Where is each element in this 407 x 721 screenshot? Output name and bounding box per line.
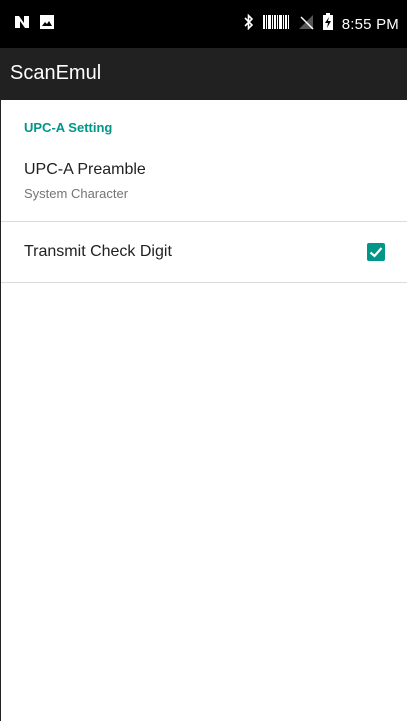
preference-title: UPC-A Preamble (24, 161, 146, 178)
category-header: UPC-A Setting (24, 120, 113, 135)
divider (1, 282, 407, 283)
upc-a-preamble-preference[interactable]: UPC-A Preamble System Character (1, 150, 407, 220)
bluetooth-icon (244, 13, 254, 35)
status-bar-right: 8:55 PM (244, 13, 399, 35)
transmit-check-digit-preference[interactable]: Transmit Check Digit (1, 222, 407, 282)
checkmark-icon (369, 247, 383, 258)
status-bar: 8:55 PM (0, 0, 407, 48)
no-signal-icon (298, 14, 314, 35)
settings-list: UPC-A Setting UPC-A Preamble System Char… (0, 100, 407, 721)
preference-title: Transmit Check Digit (24, 243, 172, 260)
image-icon (40, 14, 54, 34)
battery-charging-icon (322, 13, 333, 35)
app-bar: ScanEmul (0, 48, 407, 100)
n-logo-icon (14, 15, 30, 34)
barcode-icon (262, 14, 289, 35)
status-time: 8:55 PM (341, 15, 399, 33)
preference-summary: System Character (24, 186, 129, 201)
status-bar-left (14, 14, 54, 34)
screen: 8:55 PM ScanEmul UPC-A Setting UPC-A Pre… (0, 0, 407, 721)
app-title: ScanEmul (10, 62, 102, 84)
transmit-check-digit-checkbox[interactable] (367, 243, 385, 261)
